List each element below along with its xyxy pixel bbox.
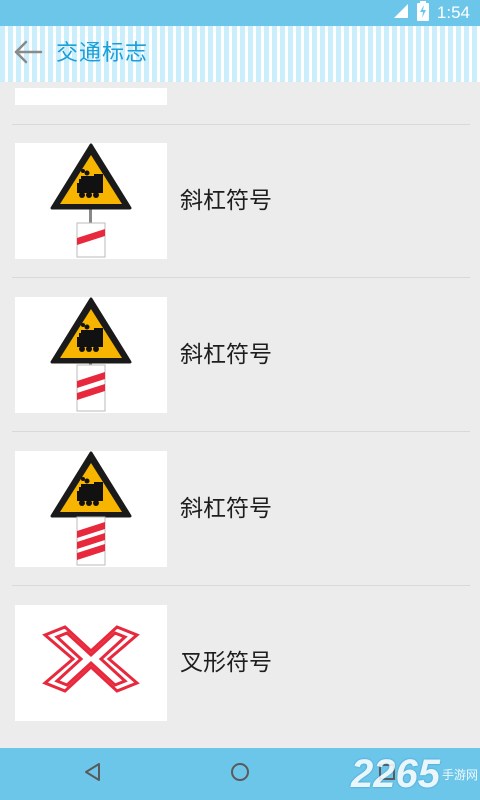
list-item[interactable]: 斜杠符号: [0, 125, 480, 278]
watermark-digits: 2265: [351, 752, 440, 796]
signal-icon: [393, 3, 409, 23]
sign-list: 斜杠符号 斜杠符号 斜杠符号 叉形符号: [0, 82, 480, 748]
page-title: 交通标志: [56, 41, 149, 66]
partial-list-item-thumbnail: [15, 88, 167, 105]
watermark-text: 手游网: [441, 768, 478, 782]
sign-thumbnail: [15, 297, 167, 413]
sign-thumbnail: [15, 605, 167, 721]
nav-back-icon: [82, 761, 104, 787]
back-button[interactable]: [8, 34, 48, 74]
battery-charging-icon: [416, 1, 429, 25]
sign-name: 斜杠符号: [180, 342, 272, 368]
navigation-bar: 2265 手游网: [0, 748, 480, 800]
list-item[interactable]: 斜杠符号: [0, 279, 480, 432]
nav-home-button[interactable]: [220, 754, 260, 794]
status-icons: 1:54: [393, 0, 470, 26]
sign-thumbnail: [15, 451, 167, 567]
divider: [12, 277, 470, 278]
divider: [12, 431, 470, 432]
sign-name: 斜杠符号: [180, 188, 272, 214]
nav-home-icon: [229, 761, 251, 787]
sign-thumbnail: [15, 143, 167, 259]
nav-back-button[interactable]: [73, 754, 113, 794]
sign-name: 斜杠符号: [180, 496, 272, 522]
watermark-logo: 2265 手游网: [351, 752, 478, 797]
list-item[interactable]: 叉形符号: [0, 587, 480, 740]
sign-name: 叉形符号: [180, 650, 272, 676]
app-bar: 交通标志: [0, 26, 480, 82]
status-bar: 1:54: [0, 0, 480, 26]
list-item[interactable]: 斜杠符号: [0, 433, 480, 586]
divider: [12, 585, 470, 586]
arrow-left-icon: [12, 36, 44, 72]
status-time: 1:54: [436, 3, 470, 22]
